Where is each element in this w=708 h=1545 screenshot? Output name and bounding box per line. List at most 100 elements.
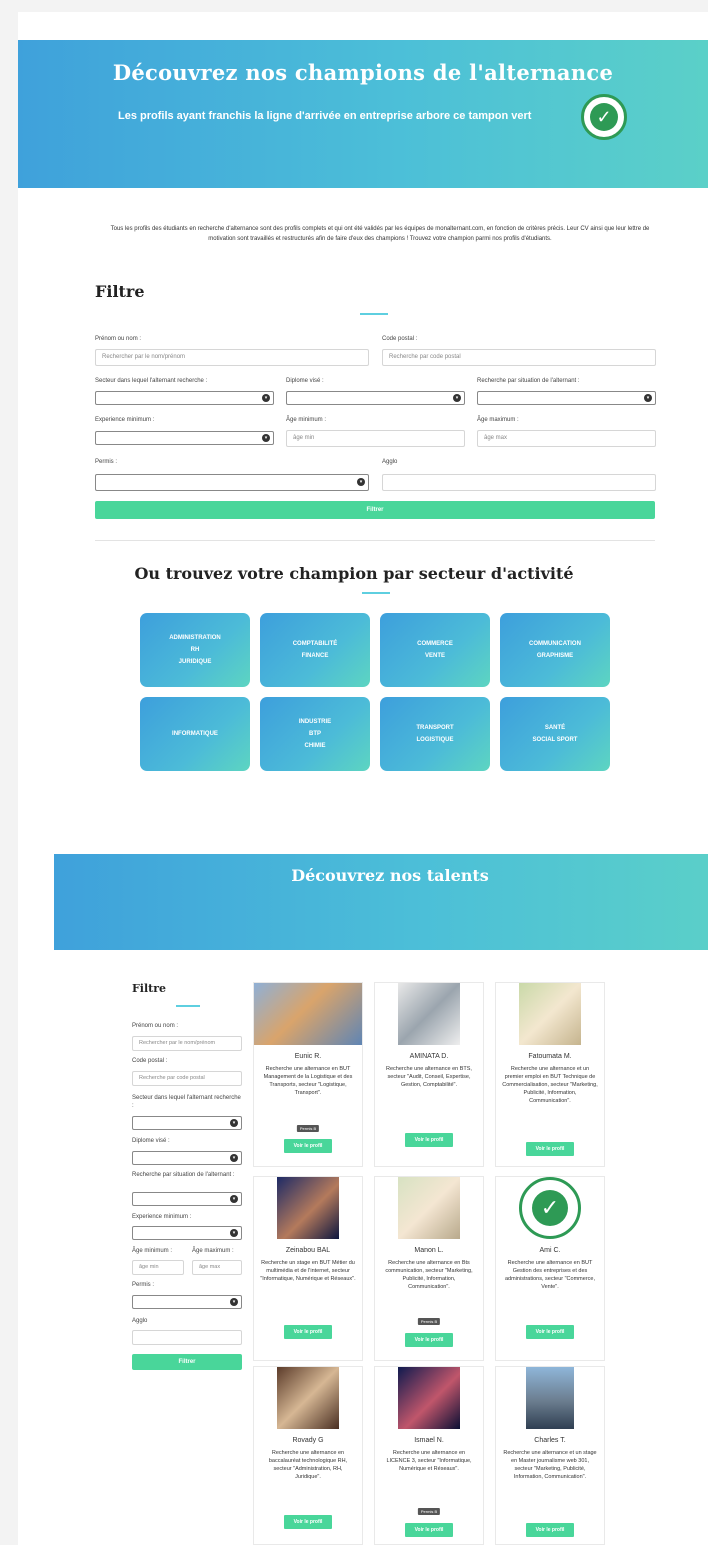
sector-tile-commerce[interactable]: COMMERCE VENTE — [380, 613, 490, 687]
talent-description: Recherche une alternance en Bts communic… — [385, 1260, 473, 1290]
sector-tile-sante[interactable]: SANTÉ SOCIAL SPORT — [500, 697, 610, 771]
divider — [95, 540, 655, 541]
view-profile-button[interactable]: Voir le profil — [405, 1133, 453, 1147]
sidebar-age-max-input[interactable]: âge max — [192, 1260, 242, 1275]
postal-input[interactable]: Recherche par code postal — [382, 349, 656, 366]
handshake-photo — [398, 1177, 460, 1239]
portrait-photo — [277, 1177, 339, 1239]
talents-title: Découvrez nos talents — [291, 866, 489, 885]
talent-description: Recherche une alternance en baccalauréat… — [268, 1450, 348, 1480]
check-stamp-icon: ✓ — [519, 1177, 581, 1239]
talent-description: Recherche une alternance en BUT Manageme… — [263, 1066, 353, 1096]
permis-badge: Permis B — [296, 1125, 320, 1132]
concert-photo — [398, 1367, 460, 1429]
permis-select[interactable]: ▾ — [95, 474, 369, 491]
sidebar-permis-label: Permis : — [132, 1282, 155, 1288]
hero-banner: Découvrez nos champions de l'alternance … — [18, 40, 708, 188]
agglo-input[interactable] — [382, 474, 656, 491]
view-profile-button[interactable]: Voir le profil — [405, 1333, 453, 1347]
sidebar-experience-label: Experience minimum : — [132, 1214, 192, 1220]
chevron-down-icon: ▾ — [230, 1229, 238, 1237]
chevron-down-icon: ▾ — [262, 394, 270, 402]
sidebar-experience-select[interactable]: ▾ — [132, 1226, 242, 1240]
sidebar-diploma-select[interactable]: ▾ — [132, 1151, 242, 1165]
chevron-down-icon: ▾ — [230, 1195, 238, 1203]
title-underline — [360, 313, 388, 315]
filter-button[interactable]: Filtrer — [95, 501, 655, 519]
experience-select[interactable]: ▾ — [95, 431, 274, 445]
talent-card: Rovady G Recherche une alternance en bac… — [253, 1366, 363, 1545]
sidebar-filter-title: Filtre — [132, 982, 167, 995]
hero-subtitle: Les profils ayant franchis la ligne d'ar… — [118, 110, 532, 122]
sector-tile-communication[interactable]: COMMUNICATION GRAPHISME — [500, 613, 610, 687]
sidebar-filter-button[interactable]: Filtrer — [132, 1354, 242, 1370]
age-min-label: Âge minimum : — [286, 417, 327, 423]
name-input[interactable]: Rechercher par le nom/prénom — [95, 349, 369, 366]
chevron-down-icon: ▾ — [262, 434, 270, 442]
talent-card: Fatoumata M. Recherche une alternance et… — [495, 982, 605, 1167]
diploma-select[interactable]: ▾ — [286, 391, 465, 405]
logistics-photo — [254, 983, 362, 1045]
chevron-down-icon: ▾ — [453, 394, 461, 402]
agglo-label: Agglo — [382, 459, 398, 465]
sidebar-permis-select[interactable]: ▾ — [132, 1295, 242, 1309]
sidebar-postal-label: Code postal : — [132, 1058, 168, 1064]
sidebar-sector-select[interactable]: ▾ — [132, 1116, 242, 1130]
view-profile-button[interactable]: Voir le profil — [284, 1515, 332, 1529]
talent-name: Ami C. — [539, 1247, 561, 1254]
talent-description: Recherche une alternance en BUT Gestion … — [505, 1260, 595, 1290]
sidebar-situation-label: Recherche par situation de l'alternant : — [132, 1172, 235, 1178]
sidebar-postal-input[interactable]: Recherche par code postal — [132, 1071, 242, 1086]
talent-description: Recherche une alternance en BTS, secteur… — [386, 1066, 472, 1088]
chevron-down-icon: ▾ — [644, 394, 652, 402]
age-max-label: Âge maximum : — [477, 417, 519, 423]
sidebar-name-label: Prénom ou nom : — [132, 1023, 179, 1029]
sidebar-age-max-label: Âge maximum : — [192, 1248, 234, 1254]
sector-select[interactable]: ▾ — [95, 391, 274, 405]
view-profile-button[interactable]: Voir le profil — [405, 1523, 453, 1537]
sidebar-situation-select[interactable]: ▾ — [132, 1192, 242, 1206]
view-profile-button[interactable]: Voir le profil — [526, 1325, 574, 1339]
chevron-down-icon: ▾ — [357, 478, 365, 486]
sector-title: Ou trouvez votre champion par secteur d'… — [134, 564, 574, 583]
sector-tile-admin[interactable]: ADMINISTRATION RH JURIDIQUE — [140, 613, 250, 687]
talent-name: AMINATA D. — [409, 1053, 449, 1060]
view-profile-button[interactable]: Voir le profil — [526, 1142, 574, 1156]
sidebar-agglo-label: Agglo — [132, 1318, 148, 1324]
situation-select[interactable]: ▾ — [477, 391, 656, 405]
talent-card: Ismael N. Recherche une alternance en LI… — [374, 1366, 484, 1545]
sector-tile-transport[interactable]: TRANSPORT LOGISTIQUE — [380, 697, 490, 771]
permis-badge: Permis B — [417, 1318, 441, 1325]
sector-label: Secteur dans lequel l'alternant recherch… — [95, 378, 208, 384]
sidebar-agglo-input[interactable] — [132, 1330, 242, 1345]
sector-tile-finance[interactable]: COMPTABILITÉ FINANCE — [260, 613, 370, 687]
view-profile-button[interactable]: Voir le profil — [284, 1139, 332, 1153]
office-photo — [277, 1367, 339, 1429]
check-stamp-icon: ✓ — [581, 94, 627, 140]
filter-title: Filtre — [95, 282, 145, 301]
name-label: Prénom ou nom : — [95, 336, 142, 342]
chevron-down-icon: ▾ — [230, 1298, 238, 1306]
talent-description: Recherche une alternance et un premier e… — [502, 1066, 598, 1104]
talent-description: Recherche une alternance en LICENCE 3, s… — [386, 1450, 472, 1472]
view-profile-button[interactable]: Voir le profil — [526, 1523, 574, 1537]
permis-label: Permis : — [95, 459, 118, 465]
talent-description: Recherche un stage en BUT Métier du mult… — [260, 1260, 356, 1282]
view-profile-button[interactable]: Voir le profil — [284, 1325, 332, 1339]
talent-description: Recherche une alternance et un stage en … — [503, 1450, 597, 1480]
age-max-input[interactable]: âge max — [477, 430, 656, 447]
documents-photo — [398, 983, 460, 1045]
portrait-photo — [526, 1367, 574, 1429]
sidebar-age-min-label: Âge minimum : — [132, 1248, 173, 1254]
situation-label: Recherche par situation de l'alternant : — [477, 378, 580, 384]
sidebar-name-input[interactable]: Rechercher par le nom/prénom — [132, 1036, 242, 1051]
age-min-input[interactable]: âge min — [286, 430, 465, 447]
sector-tile-industrie[interactable]: INDUSTRIE BTP CHIMIE — [260, 697, 370, 771]
talent-name: Zeinabou BAL — [285, 1247, 331, 1254]
sector-tile-informatique[interactable]: INFORMATIQUE — [140, 697, 250, 771]
sidebar-age-min-input[interactable]: âge min — [132, 1260, 184, 1275]
talent-card: ✓ Ami C. Recherche une alternance en BUT… — [495, 1176, 605, 1361]
chevron-down-icon: ▾ — [230, 1154, 238, 1162]
page: Découvrez nos champions de l'alternance … — [18, 12, 708, 1545]
talent-name: Eunic R. — [294, 1053, 322, 1060]
